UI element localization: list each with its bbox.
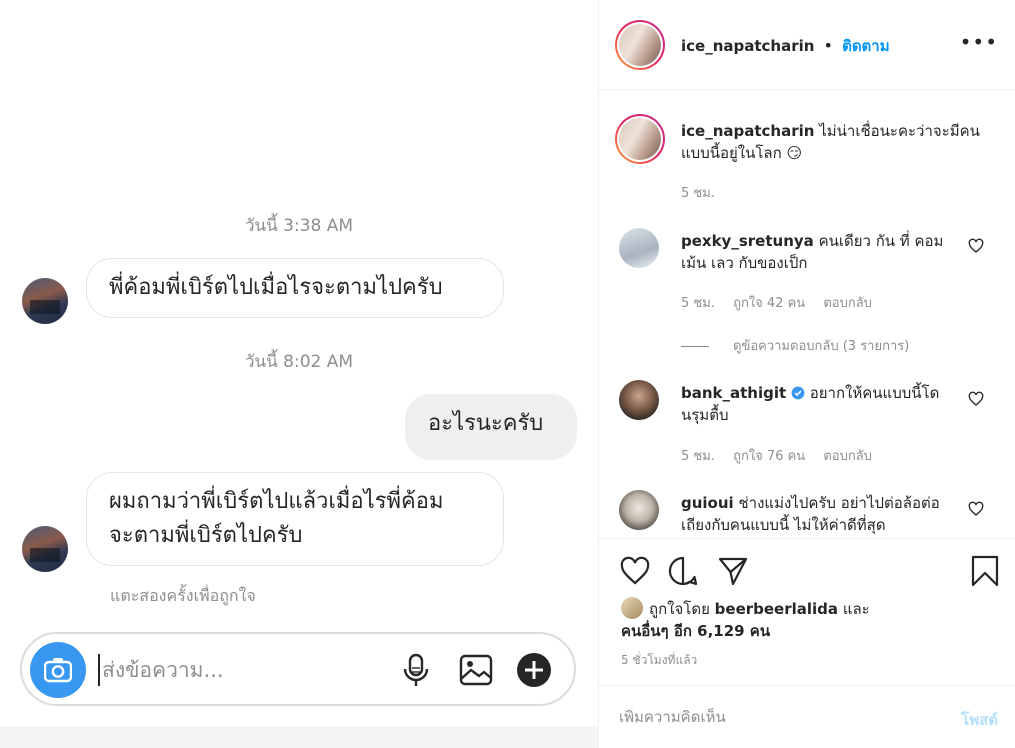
liker-avatar[interactable] — [621, 597, 643, 619]
more-options-icon[interactable]: ••• — [960, 30, 998, 54]
share-paper-plane-icon[interactable] — [717, 555, 749, 587]
liked-by: ถูกใจโดย beerbeerlalida และ คนอื่นๆ อีก … — [621, 597, 870, 642]
caption-time: 5 ชม. — [681, 186, 715, 201]
camera-button[interactable] — [30, 642, 86, 698]
dm-chat-screenshot: วันนี้ 3:38 AM พี่ค้อมพี่เบิร์ตไปเมื่อไร… — [0, 0, 598, 748]
commenter-avatar[interactable] — [619, 228, 659, 268]
comment-username[interactable]: pexky_sretunya — [681, 232, 814, 250]
liked-by-prefix: ถูกใจโดย — [649, 600, 710, 618]
caption-avatar[interactable] — [615, 114, 665, 164]
author-avatar[interactable] — [615, 20, 665, 70]
sender-avatar — [22, 526, 68, 572]
chat-timestamp: วันนี้ 8:02 AM — [244, 352, 354, 372]
liked-by-and: และ — [842, 600, 870, 618]
liked-by-user[interactable]: beerbeerlalida — [715, 600, 838, 618]
heart-icon[interactable] — [968, 238, 984, 254]
commenter-avatar[interactable] — [619, 380, 659, 420]
caption-username[interactable]: ice_napatcharin — [681, 122, 814, 140]
message-text: อะไรนะครับ — [428, 411, 544, 436]
double-tap-hint: แตะสองครั้งเพื่อถูกใจ — [110, 586, 256, 605]
message-text: ผมถามว่าพี่เบิร์ตไปแล้วเมื่อไรพี่ค้อม — [109, 489, 444, 514]
liked-by-others[interactable]: คนอื่นๆ อีก 6,129 คน — [621, 622, 770, 640]
message-text: จะตามพี่เบิร์ตไปครับ — [109, 523, 303, 548]
view-replies-label: ดูข้อความตอบกลับ (3 รายการ) — [733, 339, 910, 354]
bottom-strip — [0, 726, 598, 748]
comment-likes[interactable]: ถูกใจ 42 คน — [733, 296, 805, 311]
comment-username[interactable]: bank_athigit — [681, 384, 786, 402]
post-time-ago: 5 ชั่วโมงที่แล้ว — [621, 653, 698, 667]
commenter-avatar[interactable] — [619, 490, 659, 530]
view-replies-button[interactable]: ดูข้อความตอบกลับ (3 รายการ) — [681, 335, 909, 356]
comment-time: 5 ชม. — [681, 296, 715, 311]
post-actions: ถูกใจโดย beerbeerlalida และ คนอื่นๆ อีก … — [599, 538, 1015, 748]
post-panel: ice_napatcharin • ติดตาม ••• ice_napatch… — [598, 0, 1015, 748]
post-header: ice_napatcharin • ติดตาม ••• — [599, 0, 1015, 90]
camera-icon — [44, 658, 72, 683]
follow-button[interactable]: ติดตาม — [842, 37, 890, 55]
verified-badge-icon — [791, 386, 805, 400]
add-comment-bar: โพสต์ — [599, 685, 1015, 748]
heart-icon[interactable] — [968, 391, 984, 407]
message-composer — [20, 632, 576, 706]
incoming-message: ผมถามว่าพี่เบิร์ตไปแล้วเมื่อไรพี่ค้อม จะ… — [86, 472, 504, 566]
reply-button[interactable]: ตอบกลับ — [823, 449, 872, 464]
like-heart-icon[interactable] — [619, 555, 651, 587]
message-input[interactable] — [98, 654, 388, 686]
add-comment-input[interactable] — [619, 708, 919, 726]
comment: pexky_sretunya คนเดียว กัน ที่ คอมเม้น เ… — [681, 230, 959, 274]
comment: bank_athigit อยากให้คนแบบนี้โดนรุมตื้บ — [681, 382, 959, 426]
comment-meta: 5 ชม. ถูกใจ 42 คน ตอบกลับ — [681, 292, 886, 313]
incoming-message: พี่ค้อมพี่เบิร์ตไปเมื่อไรจะตามไปครับ — [86, 258, 504, 318]
message-text: พี่ค้อมพี่เบิร์ตไปเมื่อไรจะตามไปครับ — [109, 275, 443, 300]
comment-time: 5 ชม. — [681, 449, 715, 464]
post-comment-button[interactable]: โพสต์ — [961, 708, 998, 732]
author-username[interactable]: ice_napatcharin — [681, 37, 814, 55]
microphone-icon[interactable] — [398, 652, 434, 688]
chat-timestamp: วันนี้ 3:38 AM — [244, 216, 354, 236]
divider-line — [681, 346, 709, 347]
sender-avatar — [22, 278, 68, 324]
header-separator: • — [823, 36, 833, 55]
reply-button[interactable]: ตอบกลับ — [823, 296, 872, 311]
comment: guioui ช่างแม่งไปครับ อย่าไปต่อล้อต่อเถี… — [681, 492, 959, 536]
heart-icon[interactable] — [968, 501, 984, 517]
outgoing-message: อะไรนะครับ — [405, 394, 577, 460]
comments-list: ice_napatcharin ไม่น่าเชื่อนะคะว่าจะมีคน… — [599, 90, 1015, 538]
comment-bubble-icon[interactable] — [667, 555, 699, 587]
comment-meta: 5 ชม. ถูกใจ 76 คน ตอบกลับ — [681, 445, 886, 466]
add-circle-icon[interactable] — [516, 652, 552, 688]
gallery-icon[interactable] — [458, 652, 494, 688]
bookmark-icon[interactable] — [969, 555, 1001, 587]
comment-likes[interactable]: ถูกใจ 76 คน — [733, 449, 805, 464]
caption: ice_napatcharin ไม่น่าเชื่อนะคะว่าจะมีคน… — [681, 120, 991, 164]
comment-username[interactable]: guioui — [681, 494, 734, 512]
